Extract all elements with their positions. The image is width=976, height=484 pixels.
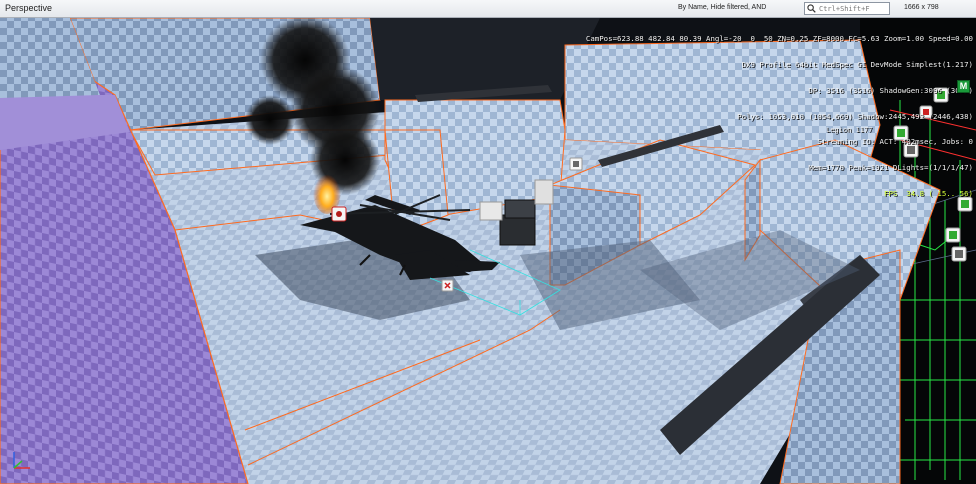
debug-line: Mem=1770 Peak=1921 DLights=(1/1/1/47) bbox=[808, 163, 973, 173]
entity-helper-icon[interactable] bbox=[945, 227, 961, 243]
search-field[interactable] bbox=[804, 2, 890, 15]
entity-helper-icon[interactable] bbox=[569, 157, 583, 171]
debug-line: DX9 Profile 64bit MedSpec GI DevMode Sim… bbox=[741, 59, 973, 69]
entity-helper-icon[interactable] bbox=[441, 279, 454, 292]
resolution-label: 1666 x 798 bbox=[904, 4, 939, 11]
mode-badge: M bbox=[957, 80, 970, 93]
debug-stats-overlay: CamPos=623.88 482.84 80.39 Angl=-20 0 50… bbox=[586, 18, 973, 216]
perspective-viewport[interactable]: CamPos=623.88 482.84 80.39 Angl=-20 0 50… bbox=[0, 18, 976, 484]
axis-gizmo-icon bbox=[13, 452, 30, 469]
debug-line: Polys: 1053,010 (1054,669) Shadow:2445,4… bbox=[737, 111, 973, 121]
search-input[interactable] bbox=[819, 3, 889, 14]
debug-line: CamPos=623.88 482.84 80.39 Angl=-20 0 50… bbox=[585, 34, 973, 44]
viewport-toolbar: Perspective By Name, Hide filtered, AND … bbox=[0, 0, 976, 18]
filter-mode-label[interactable]: By Name, Hide filtered, AND bbox=[678, 4, 766, 11]
view-mode-label[interactable]: Perspective bbox=[5, 3, 52, 13]
entity-helper-icon[interactable] bbox=[951, 246, 967, 262]
debug-line: Streaming IO: ACT: 402msec, Jobs: 0 bbox=[817, 137, 973, 147]
entity-name-label: Legion 1177 bbox=[826, 126, 873, 134]
debug-line: DP: 3516 (3516) ShadowGen:3096 (3097) bbox=[808, 85, 973, 95]
search-icon bbox=[807, 4, 816, 13]
entity-helper-icon[interactable] bbox=[331, 206, 347, 222]
fps-counter: FPS 34.8 ( 15.. 56) bbox=[884, 188, 973, 198]
